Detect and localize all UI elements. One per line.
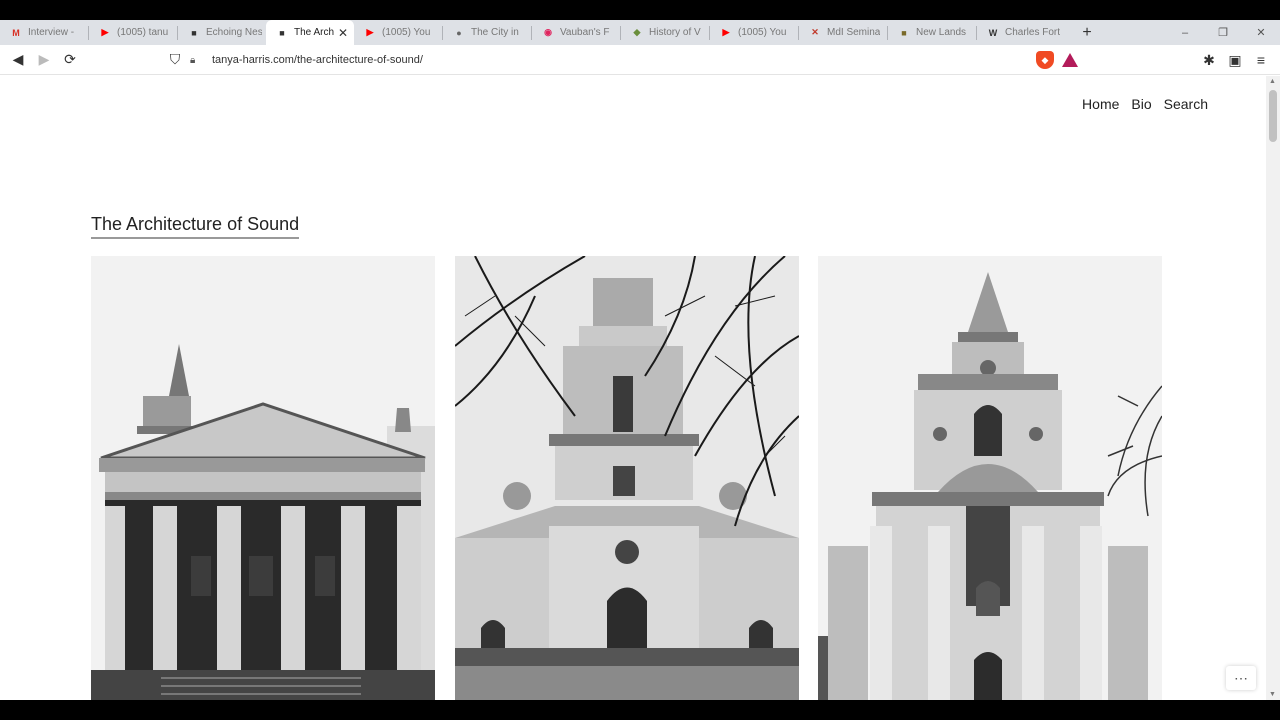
site-icon: ■ bbox=[191, 27, 197, 38]
youtube-icon: ▶ bbox=[101, 27, 109, 37]
new-tab-button[interactable]: + bbox=[1075, 20, 1099, 45]
nav-home[interactable]: Home bbox=[1082, 96, 1119, 112]
tab-label: Echoing Nes bbox=[206, 27, 262, 38]
tab-label: (1005) You bbox=[738, 27, 787, 38]
browser-tab[interactable]: ■ New Lands bbox=[888, 20, 976, 45]
site-nav: Home Bio Search bbox=[1082, 96, 1208, 112]
minimize-icon[interactable]: – bbox=[1166, 20, 1204, 45]
tab-label: History of V bbox=[649, 27, 701, 38]
restore-icon[interactable]: ❐ bbox=[1204, 20, 1242, 45]
scroll-up-icon[interactable]: ▲ bbox=[1269, 78, 1276, 85]
browser-tab[interactable]: ◆ History of V bbox=[621, 20, 709, 45]
wikipedia-icon: W bbox=[988, 27, 998, 38]
reload-button[interactable]: ⟳ bbox=[57, 47, 83, 73]
browser-tab[interactable]: W Charles Fort bbox=[977, 20, 1065, 45]
browser-window: M Interview - ▶ (1005) tanu ■ Echoing Nes ■ The… bbox=[0, 20, 1280, 700]
url-text: tanya-harris.com/the-architecture-of-sou… bbox=[212, 54, 423, 66]
forward-button[interactable]: ▶ bbox=[31, 47, 57, 73]
gmail-icon: M bbox=[12, 27, 20, 38]
address-bar[interactable]: 🔒︎ tanya-harris.com/the-architecture-of-… bbox=[190, 48, 1028, 72]
tab-label: Vauban's F bbox=[560, 27, 610, 38]
browser-tab[interactable]: ■ Echoing Nes bbox=[178, 20, 266, 45]
extensions-icon[interactable]: ✱ bbox=[1196, 47, 1222, 73]
tab-label: Interview - bbox=[28, 27, 75, 38]
pocket-icon: ◉ bbox=[544, 27, 552, 37]
photo-gallery bbox=[91, 256, 1163, 700]
more-options-icon[interactable]: ⋯ bbox=[1226, 666, 1256, 690]
wallet-icon[interactable]: ▣ bbox=[1222, 47, 1248, 73]
browser-tab[interactable]: ● The City in bbox=[443, 20, 531, 45]
page-scrollbar[interactable]: ▲ ▼ bbox=[1266, 76, 1280, 700]
tab-label: New Lands bbox=[916, 27, 967, 38]
menu-icon[interactable]: ≡ bbox=[1248, 47, 1274, 73]
browser-tab[interactable]: ▶ (1005) tanu bbox=[89, 20, 177, 45]
leaf-icon: ◆ bbox=[633, 27, 641, 37]
close-window-icon[interactable]: ✕ bbox=[1242, 20, 1280, 45]
brave-rewards-icon[interactable] bbox=[1062, 53, 1078, 67]
tab-label: The City in bbox=[471, 27, 519, 38]
close-tab-icon[interactable]: ✕ bbox=[338, 26, 348, 40]
browser-tab[interactable]: M Interview - bbox=[0, 20, 88, 45]
spire-church-photo[interactable] bbox=[818, 256, 1162, 700]
screen: M Interview - ▶ (1005) tanu ■ Echoing Nes ■ The… bbox=[0, 0, 1280, 720]
tab-label: (1005) tanu bbox=[117, 27, 169, 38]
browser-tab[interactable]: ✕ MdI Semina bbox=[799, 20, 887, 45]
nav-search[interactable]: Search bbox=[1164, 96, 1208, 112]
globe-icon: ● bbox=[456, 27, 462, 38]
site-icon: ■ bbox=[279, 27, 285, 38]
brave-shields-icon[interactable]: ◆ bbox=[1036, 51, 1054, 69]
lock-icon: 🔒︎ bbox=[190, 54, 196, 66]
web-page: Home Bio Search The Architecture of Soun… bbox=[0, 76, 1266, 700]
tab-label: The Arch bbox=[294, 27, 335, 38]
portico-church-photo[interactable] bbox=[91, 256, 435, 700]
window-controls: – ❐ ✕ bbox=[1166, 20, 1280, 45]
tower-church-with-branches-photo[interactable] bbox=[455, 256, 799, 700]
browser-tab[interactable]: ▶ (1005) You bbox=[354, 20, 442, 45]
bookmark-icon[interactable]: ⛉ bbox=[162, 47, 188, 73]
browser-tab[interactable]: ◉ Vauban's F bbox=[532, 20, 620, 45]
tab-label: Charles Fort bbox=[1005, 27, 1061, 38]
back-button[interactable]: ◀ bbox=[5, 47, 31, 73]
nav-bio[interactable]: Bio bbox=[1131, 96, 1151, 112]
youtube-icon: ▶ bbox=[722, 27, 730, 37]
scroll-down-icon[interactable]: ▼ bbox=[1269, 691, 1276, 698]
scrollbar-thumb[interactable] bbox=[1269, 90, 1277, 142]
browser-tab[interactable]: ■ The Arch ✕ bbox=[266, 20, 354, 45]
tab-strip: M Interview - ▶ (1005) tanu ■ Echoing Nes ■ The… bbox=[0, 20, 1280, 45]
x-icon: ✕ bbox=[811, 27, 819, 37]
tab-label: MdI Semina bbox=[827, 27, 881, 38]
book-icon: ■ bbox=[901, 27, 907, 38]
browser-tab[interactable]: ▶ (1005) You bbox=[710, 20, 798, 45]
youtube-icon: ▶ bbox=[366, 27, 374, 37]
page-title: The Architecture of Sound bbox=[91, 214, 300, 239]
tab-label: (1005) You bbox=[382, 27, 431, 38]
toolbar-right: ◆ ✱ ▣ ≡ bbox=[1036, 47, 1274, 73]
toolbar: ◀ ▶ ⟳ ⛉ 🔒︎ tanya-harris.com/the-architec… bbox=[0, 45, 1280, 75]
